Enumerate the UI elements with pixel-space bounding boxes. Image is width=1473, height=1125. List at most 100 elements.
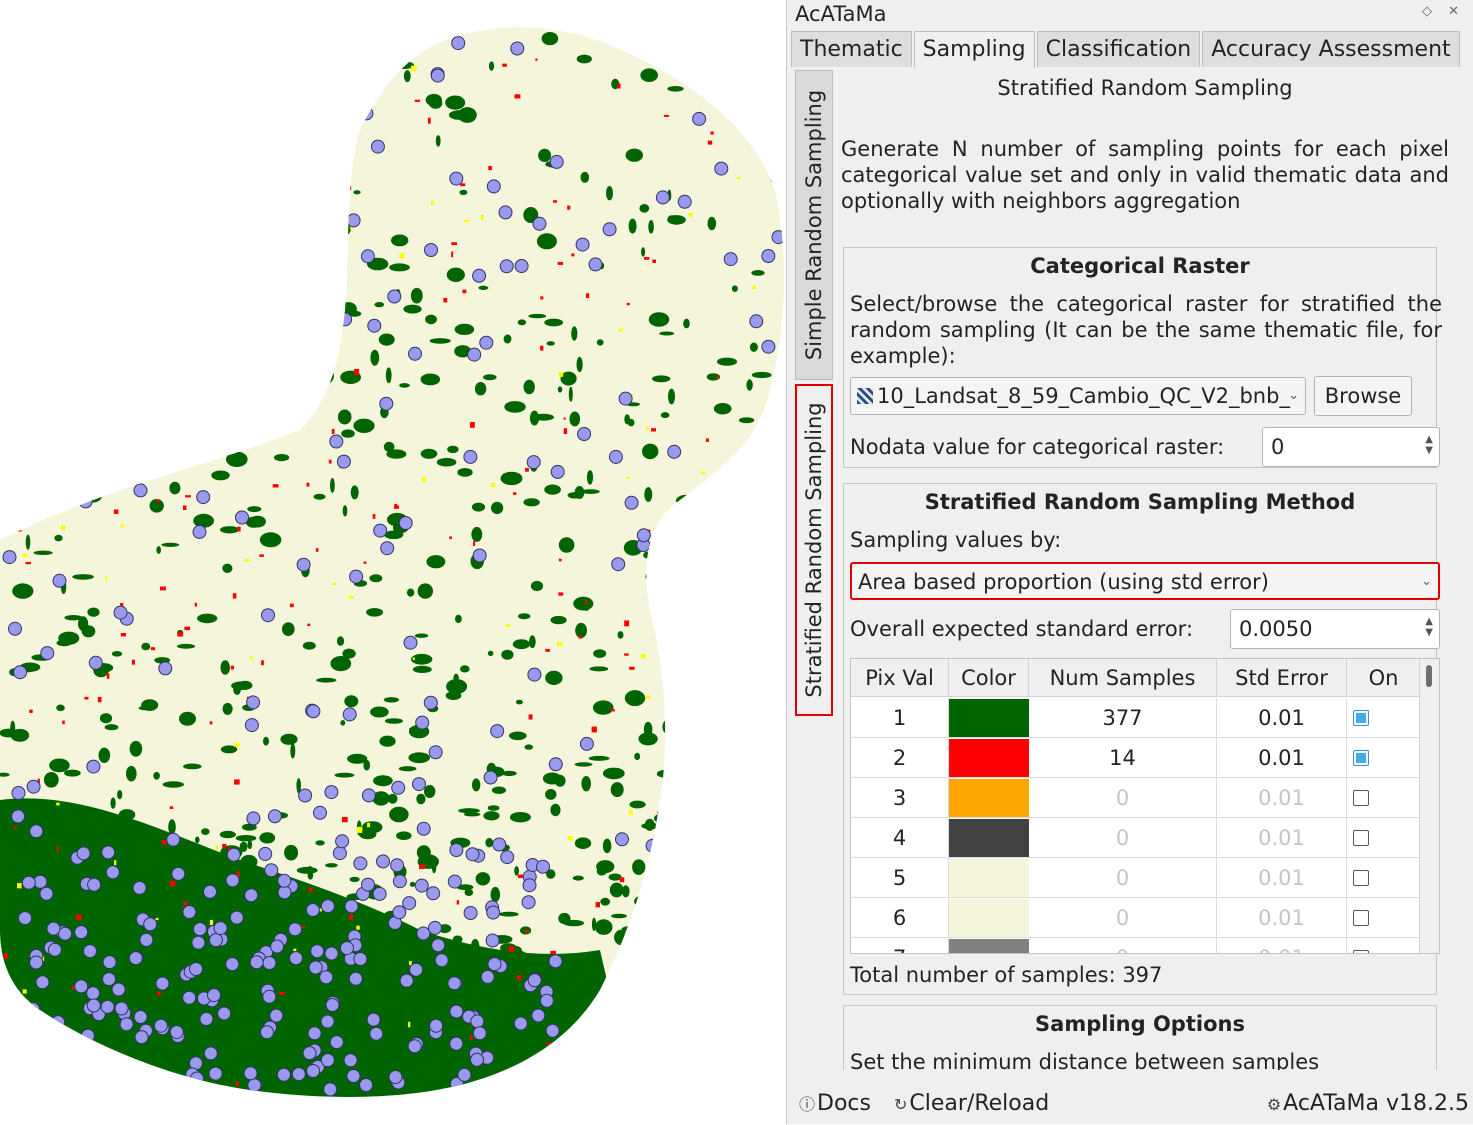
sample-point[interactable]: [353, 952, 368, 966]
sample-point[interactable]: [648, 552, 663, 567]
enable-checkbox[interactable]: [1353, 790, 1369, 806]
sample-point[interactable]: [123, 1069, 138, 1084]
column-header-num-samples[interactable]: Num Samples: [1029, 659, 1217, 697]
sample-point[interactable]: [11, 89, 26, 103]
sample-point[interactable]: [310, 944, 325, 959]
sample-point[interactable]: [133, 1010, 148, 1024]
sample-point[interactable]: [723, 252, 738, 267]
sample-point[interactable]: [360, 249, 375, 264]
sample-point[interactable]: [86, 998, 101, 1013]
sample-point[interactable]: [160, 200, 175, 215]
sample-point[interactable]: [470, 1052, 484, 1067]
sample-point[interactable]: [244, 718, 259, 733]
sample-point[interactable]: [156, 1077, 171, 1092]
sample-point[interactable]: [87, 877, 102, 892]
sample-point[interactable]: [170, 241, 185, 256]
sample-point[interactable]: [133, 483, 148, 498]
table-row[interactable]: 3 0 0.01: [851, 778, 1421, 818]
sample-point[interactable]: [8, 621, 22, 636]
sample-point[interactable]: [195, 392, 210, 407]
sample-point[interactable]: [199, 171, 214, 186]
sample-point[interactable]: [189, 962, 203, 976]
sample-point[interactable]: [169, 1025, 184, 1040]
sample-point[interactable]: [321, 316, 336, 331]
sample-point[interactable]: [487, 957, 502, 972]
sample-point[interactable]: [624, 495, 639, 510]
sample-point[interactable]: [380, 541, 395, 556]
sample-point[interactable]: [346, 213, 361, 228]
sample-point[interactable]: [101, 845, 116, 860]
sample-point[interactable]: [772, 784, 786, 799]
cell-color-swatch[interactable]: [949, 859, 1029, 897]
sample-point[interactable]: [203, 884, 217, 899]
sample-point[interactable]: [483, 770, 498, 785]
sample-point[interactable]: [423, 695, 438, 710]
sample-point[interactable]: [55, 404, 70, 419]
sample-point[interactable]: [761, 339, 776, 354]
sample-point[interactable]: [479, 335, 494, 350]
sample-point[interactable]: [76, 846, 91, 861]
sample-point[interactable]: [39, 886, 54, 901]
sample-point[interactable]: [342, 707, 357, 722]
sample-point[interactable]: [387, 289, 402, 304]
sample-point[interactable]: [392, 905, 407, 920]
sample-point[interactable]: [332, 846, 347, 861]
sample-point[interactable]: [500, 850, 515, 865]
sample-point[interactable]: [499, 259, 514, 274]
sample-point[interactable]: [618, 391, 633, 406]
sample-point[interactable]: [407, 1039, 422, 1054]
sample-point[interactable]: [155, 976, 170, 991]
sample-point[interactable]: [260, 1025, 274, 1040]
sample-point[interactable]: [13, 665, 28, 680]
cell-std-error[interactable]: 0.01: [1217, 778, 1347, 818]
sample-point[interactable]: [701, 855, 716, 869]
sample-point[interactable]: [267, 133, 282, 148]
sample-point[interactable]: [14, 1018, 29, 1033]
cell-color-swatch[interactable]: [949, 899, 1029, 937]
sample-point[interactable]: [342, 133, 357, 148]
sample-point[interactable]: [306, 1064, 321, 1078]
sample-point[interactable]: [346, 1069, 361, 1083]
sample-point[interactable]: [247, 1078, 262, 1093]
sample-point[interactable]: [257, 270, 272, 285]
sample-point[interactable]: [90, 323, 105, 338]
sample-point[interactable]: [46, 921, 61, 936]
sample-point[interactable]: [761, 249, 776, 263]
sample-point[interactable]: [208, 933, 223, 948]
sample-point[interactable]: [262, 989, 277, 1004]
cell-color-swatch[interactable]: [949, 699, 1029, 737]
sample-point[interactable]: [199, 1012, 214, 1026]
sample-point[interactable]: [449, 171, 464, 186]
sample-point[interactable]: [723, 894, 738, 909]
sample-point[interactable]: [667, 444, 682, 459]
sample-point[interactable]: [262, 956, 277, 970]
spin-arrows-icon[interactable]: ▲ ▼: [1425, 434, 1433, 456]
sample-point[interactable]: [472, 548, 487, 563]
sample-point[interactable]: [225, 957, 240, 972]
sample-point[interactable]: [57, 176, 72, 191]
sample-point[interactable]: [611, 557, 626, 572]
sample-point[interactable]: [347, 66, 362, 81]
cell-num-samples[interactable]: 0: [1029, 938, 1217, 953]
sample-point[interactable]: [602, 222, 617, 237]
sample-point[interactable]: [118, 438, 133, 453]
sample-point[interactable]: [132, 880, 147, 895]
sample-point[interactable]: [336, 454, 351, 469]
enable-checkbox[interactable]: [1353, 830, 1369, 846]
sample-point[interactable]: [372, 886, 387, 901]
enable-checkbox[interactable]: [1353, 710, 1369, 726]
sample-point[interactable]: [44, 49, 59, 64]
sample-point[interactable]: [343, 1053, 358, 1068]
sample-point[interactable]: [111, 982, 126, 997]
sample-point[interactable]: [261, 608, 275, 623]
cell-std-error[interactable]: 0.01: [1217, 898, 1347, 938]
sample-point[interactable]: [158, 661, 173, 676]
map-canvas[interactable]: [0, 0, 786, 1124]
sample-point[interactable]: [749, 314, 764, 329]
sample-point[interactable]: [373, 523, 388, 538]
sample-point[interactable]: [189, 397, 204, 412]
sample-point[interactable]: [139, 932, 154, 947]
sample-point[interactable]: [26, 779, 41, 794]
sample-point[interactable]: [171, 866, 186, 881]
sample-point[interactable]: [550, 464, 565, 479]
